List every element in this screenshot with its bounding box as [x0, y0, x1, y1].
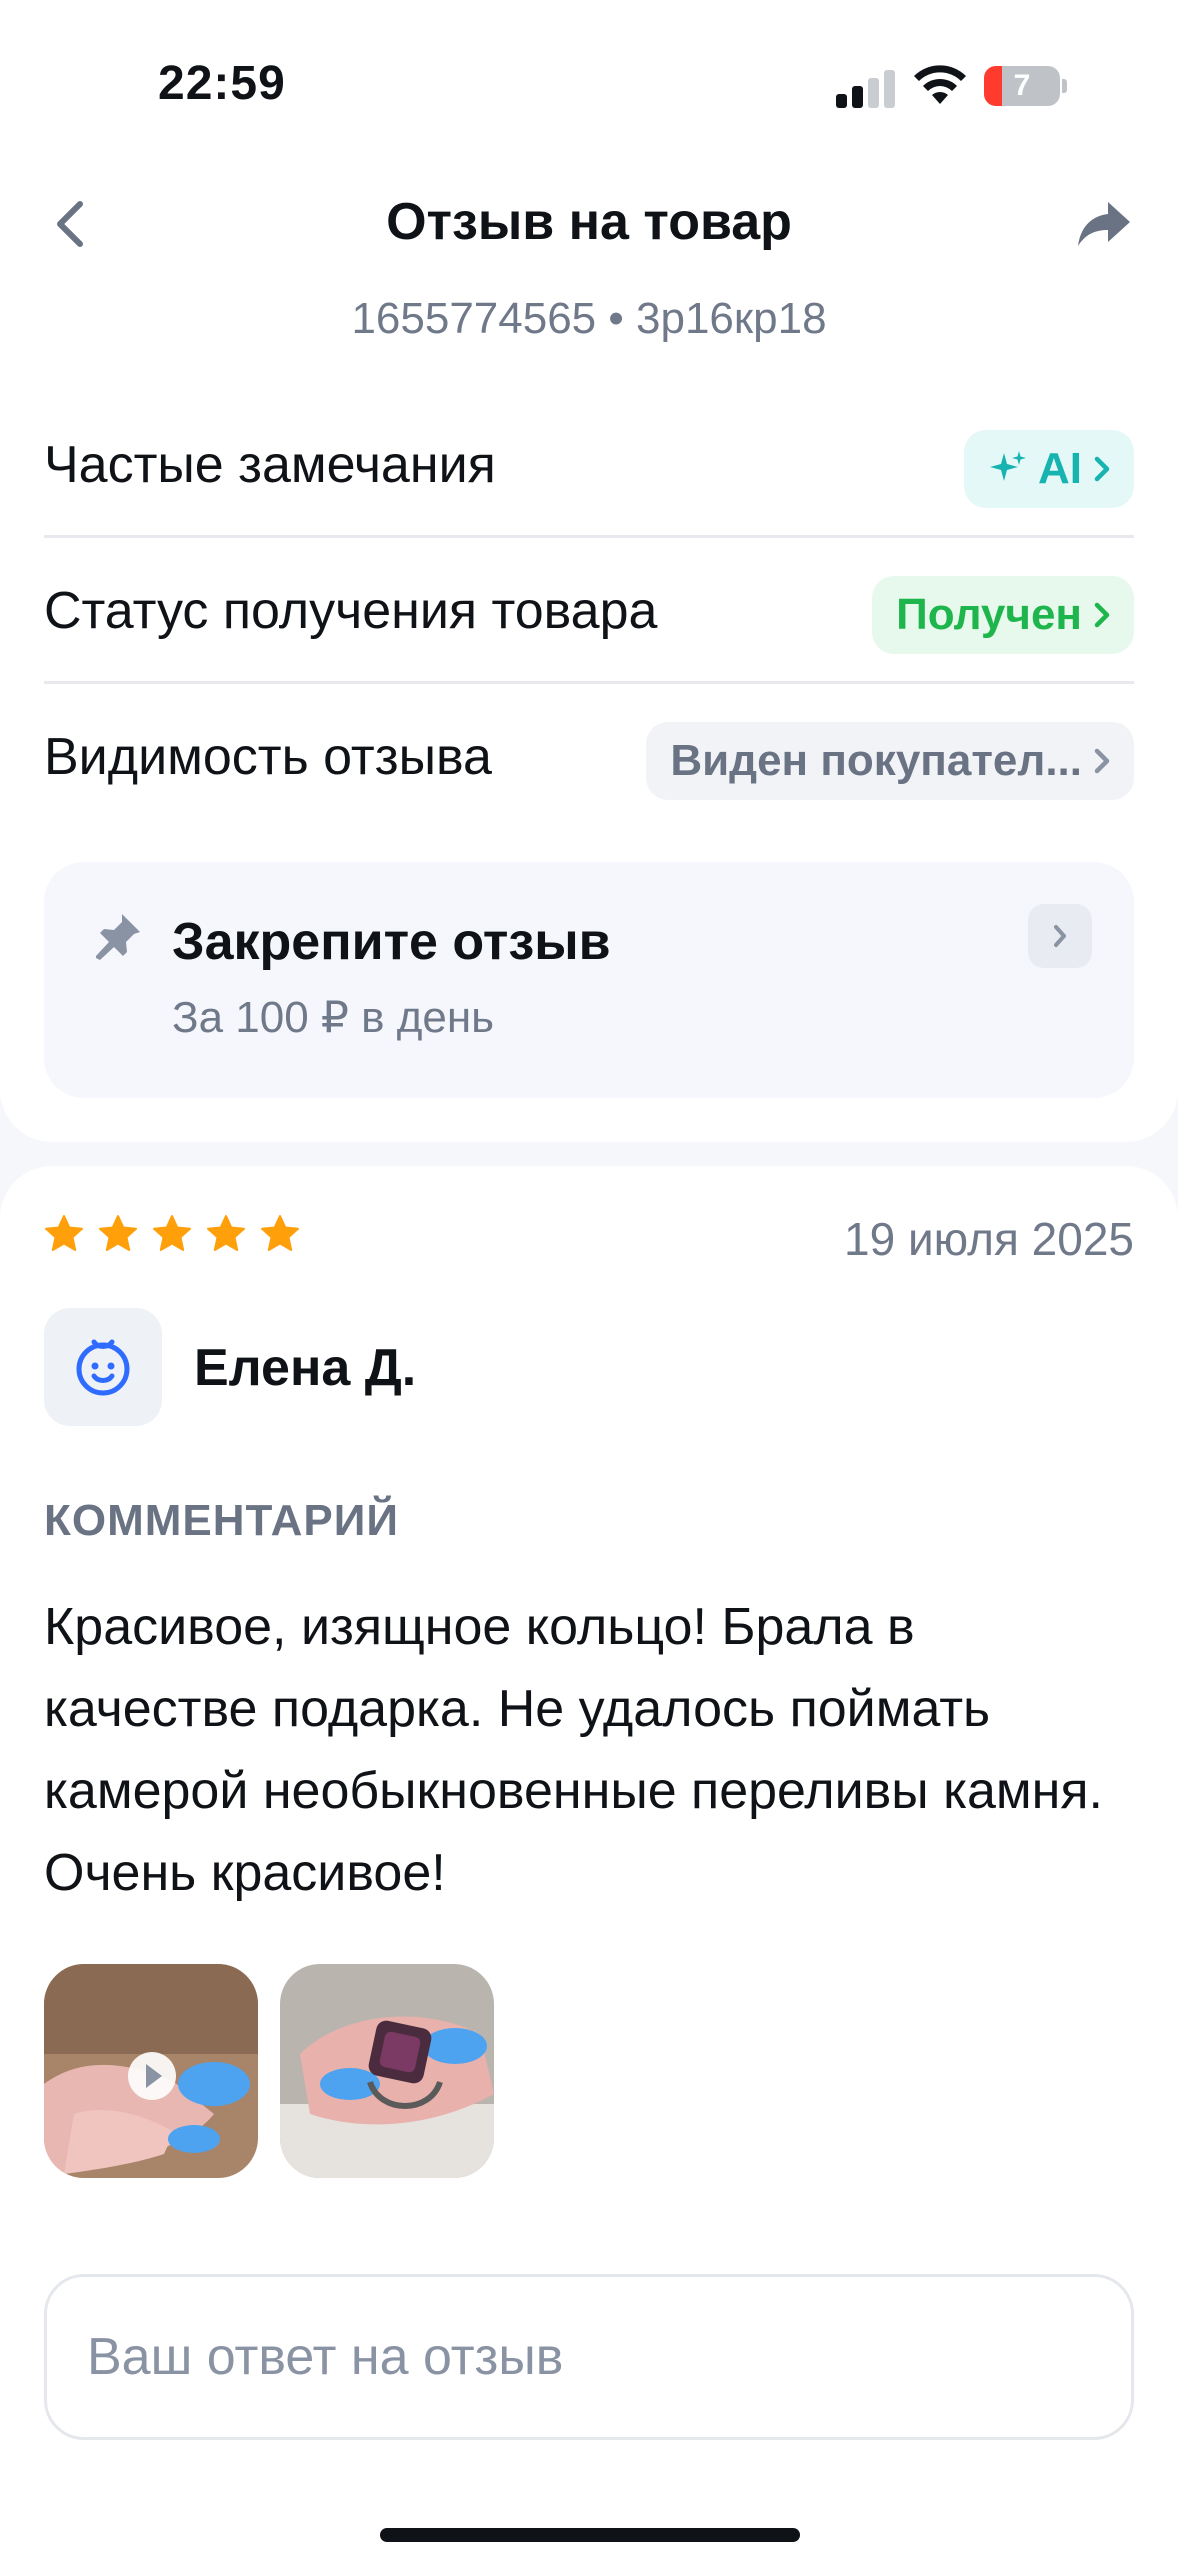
product-id: 1655774565 • 3p16кр18 [351, 294, 827, 343]
chevron-right-icon [1094, 748, 1110, 774]
back-arrow-icon[interactable] [48, 196, 96, 252]
smiley-face-icon [76, 1339, 130, 1396]
pin-open-button[interactable] [1028, 904, 1092, 968]
star-icon [99, 1215, 137, 1251]
status-bar: 22:59 7 [0, 0, 1178, 170]
wifi-icon [914, 65, 966, 104]
review-card: 19 июля 2025 Елена Д. КОММЕНТАРИЙ Красив… [0, 1166, 1178, 2560]
ai-chip-label: AI [1038, 444, 1082, 493]
star-icon [45, 1215, 83, 1251]
pin-icon [96, 914, 140, 960]
row-review-visibility[interactable]: Видимость отзыва Виден покупател... [44, 684, 1134, 830]
pin-review-card[interactable]: Закрепите отзыв За 100 ₽ в день [44, 862, 1134, 1098]
visibility-chip[interactable]: Виден покупател... [646, 722, 1134, 800]
battery-icon: 7 [984, 66, 1067, 106]
ai-chip[interactable]: AI [964, 430, 1134, 508]
page-title: Отзыв на товар [386, 193, 792, 251]
review-date: 19 июля 2025 [844, 1213, 1134, 1265]
photo-ring-closeup-image [280, 1964, 494, 2178]
chevron-right-icon [1094, 602, 1110, 628]
avatar [44, 1308, 162, 1426]
comment-text: Красивое, изящное кольцо! Брала в качест… [44, 1598, 1103, 1902]
battery-level: 7 [1013, 69, 1031, 102]
star-icon [153, 1215, 191, 1251]
receipt-status-chip[interactable]: Получен [872, 576, 1134, 654]
pin-price: За 100 ₽ в день [172, 993, 495, 1042]
photo-hand-ring-image [44, 1964, 258, 2178]
share-icon[interactable] [1076, 196, 1132, 252]
row-label: Статус получения товара [44, 582, 658, 640]
chevron-right-icon [1054, 925, 1066, 947]
chevron-right-icon [1094, 456, 1110, 482]
comment-label: КОММЕНТАРИЙ [44, 1496, 399, 1545]
review-photo-2[interactable] [280, 1964, 494, 2178]
row-receipt-status[interactable]: Статус получения товара Получен [44, 538, 1134, 684]
rating-stars [44, 1214, 300, 1254]
sparkle-icon [990, 451, 1026, 481]
reply-input[interactable] [44, 2274, 1134, 2440]
star-icon [261, 1215, 299, 1251]
review-photo-1[interactable] [44, 1964, 258, 2178]
cellular-signal-icon [836, 68, 896, 108]
status-time: 22:59 [158, 57, 286, 110]
visibility-label: Виден покупател... [670, 736, 1082, 785]
row-label: Частые замечания [44, 436, 496, 494]
receipt-status-label: Получен [896, 590, 1082, 639]
author-name: Елена Д. [194, 1339, 417, 1397]
row-frequent-remarks[interactable]: Частые замечания AI [44, 392, 1134, 538]
pin-title: Закрепите отзыв [172, 913, 611, 971]
home-indicator [380, 2528, 800, 2542]
row-label: Видимость отзыва [44, 728, 492, 786]
star-icon [207, 1215, 245, 1251]
